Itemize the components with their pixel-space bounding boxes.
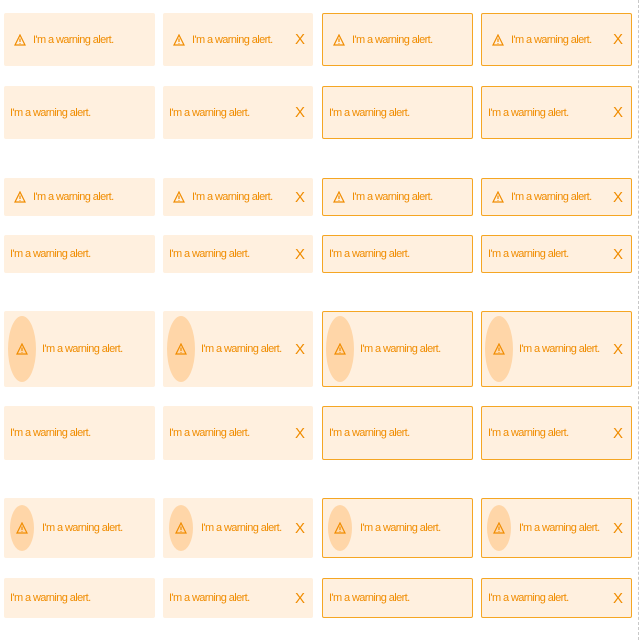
alert-filled-compact-dismissible: I'm a warning alert. X <box>163 178 313 216</box>
alert-message: I'm a warning alert. <box>519 343 600 355</box>
alert-message: I'm a warning alert. <box>169 592 250 604</box>
alert-message: I'm a warning alert. <box>201 522 282 534</box>
alert-filled-large-dismissible: I'm a warning alert. X <box>163 406 313 460</box>
warning-triangle-icon <box>8 316 36 382</box>
alert-message: I'm a warning alert. <box>329 248 410 260</box>
alert-filled-dismissible: I'm a warning alert. X <box>163 13 313 66</box>
alert-message: I'm a warning alert. <box>511 33 592 46</box>
close-icon[interactable]: X <box>293 342 307 357</box>
warning-triangle-icon <box>491 33 505 47</box>
warning-triangle-icon <box>13 33 27 47</box>
close-icon[interactable]: X <box>293 521 307 536</box>
warning-triangle-icon <box>167 316 195 382</box>
warning-triangle-icon <box>13 190 27 204</box>
alert-outlined-large: I'm a warning alert. <box>322 406 473 460</box>
close-icon[interactable]: X <box>611 591 625 606</box>
close-icon[interactable]: X <box>293 591 307 606</box>
alert-message: I'm a warning alert. <box>169 427 250 439</box>
alert-outlined: I'm a warning alert. <box>322 86 473 139</box>
alert-outlined-compact-dismissible: I'm a warning alert. X <box>481 235 632 273</box>
alert-filled-compact: I'm a warning alert. <box>4 235 155 273</box>
warning-triangle-icon <box>487 505 511 551</box>
alert-filled-large-dismissible: I'm a warning alert. X <box>163 311 313 387</box>
alert-filled-compact-dismissible: I'm a warning alert. X <box>163 235 313 273</box>
close-icon[interactable]: X <box>293 190 307 205</box>
alert-message: I'm a warning alert. <box>33 191 114 203</box>
alert-filled-large: I'm a warning alert. <box>4 406 155 460</box>
alert-outlined-compact: I'm a warning alert. <box>322 178 473 216</box>
alert-message: I'm a warning alert. <box>10 427 91 439</box>
alert-message: I'm a warning alert. <box>360 522 441 534</box>
alert-message: I'm a warning alert. <box>42 343 123 355</box>
close-icon[interactable]: X <box>293 426 307 441</box>
close-icon[interactable]: X <box>293 32 307 47</box>
alert-filled-medium-dismissible: I'm a warning alert. X <box>163 578 313 618</box>
alert-message: I'm a warning alert. <box>329 592 410 604</box>
alert-outlined-medium-dismissible: I'm a warning alert. X <box>481 578 632 618</box>
alert-filled: I'm a warning alert. <box>4 13 155 66</box>
alert-filled-medium: I'm a warning alert. <box>4 498 155 558</box>
close-icon[interactable]: X <box>611 426 625 441</box>
warning-triangle-icon <box>491 190 505 204</box>
alert-outlined-compact-dismissible: I'm a warning alert. X <box>481 178 632 216</box>
alert-message: I'm a warning alert. <box>42 522 123 534</box>
alert-message: I'm a warning alert. <box>360 343 441 355</box>
close-icon[interactable]: X <box>611 32 625 47</box>
alert-message: I'm a warning alert. <box>169 106 250 119</box>
warning-triangle-icon <box>326 316 354 382</box>
warning-triangle-icon <box>169 505 193 551</box>
close-icon[interactable]: X <box>293 105 307 120</box>
close-icon[interactable]: X <box>611 521 625 536</box>
alert-message: I'm a warning alert. <box>10 592 91 604</box>
alert-message: I'm a warning alert. <box>33 33 114 46</box>
alert-message: I'm a warning alert. <box>10 248 91 260</box>
alert-outlined-large-dismissible: I'm a warning alert. X <box>481 311 632 387</box>
alert-outlined-medium: I'm a warning alert. <box>322 498 473 558</box>
alert-message: I'm a warning alert. <box>511 191 592 203</box>
alert-message: I'm a warning alert. <box>488 106 569 119</box>
alert-filled: I'm a warning alert. <box>4 86 155 139</box>
alert-message: I'm a warning alert. <box>192 33 273 46</box>
alert-filled-large: I'm a warning alert. <box>4 311 155 387</box>
alert-message: I'm a warning alert. <box>519 522 600 534</box>
alert-filled-compact: I'm a warning alert. <box>4 178 155 216</box>
warning-triangle-icon <box>172 33 186 47</box>
alert-outlined-medium-dismissible: I'm a warning alert. X <box>481 498 632 558</box>
close-icon[interactable]: X <box>611 342 625 357</box>
alert-outlined-dismissible: I'm a warning alert. X <box>481 13 632 66</box>
alert-message: I'm a warning alert. <box>169 248 250 260</box>
alert-filled-dismissible: I'm a warning alert. X <box>163 86 313 139</box>
warning-triangle-icon <box>328 505 352 551</box>
alert-message: I'm a warning alert. <box>201 343 282 355</box>
alert-outlined-dismissible: I'm a warning alert. X <box>481 86 632 139</box>
alert-outlined-large: I'm a warning alert. <box>322 311 473 387</box>
warning-triangle-icon <box>332 33 346 47</box>
close-icon[interactable]: X <box>611 247 625 262</box>
alert-filled-medium: I'm a warning alert. <box>4 578 155 618</box>
alert-message: I'm a warning alert. <box>488 592 569 604</box>
close-icon[interactable]: X <box>293 247 307 262</box>
alert-message: I'm a warning alert. <box>352 33 433 46</box>
warning-triangle-icon <box>332 190 346 204</box>
warning-triangle-icon <box>172 190 186 204</box>
alert-message: I'm a warning alert. <box>192 191 273 203</box>
alert-message: I'm a warning alert. <box>329 427 410 439</box>
alert-message: I'm a warning alert. <box>352 191 433 203</box>
warning-triangle-icon <box>10 505 34 551</box>
alert-outlined: I'm a warning alert. <box>322 13 473 66</box>
alert-outlined-compact: I'm a warning alert. <box>322 235 473 273</box>
warning-triangle-icon <box>485 316 513 382</box>
alert-message: I'm a warning alert. <box>329 106 410 119</box>
alert-outlined-medium: I'm a warning alert. <box>322 578 473 618</box>
alert-filled-medium-dismissible: I'm a warning alert. X <box>163 498 313 558</box>
alert-message: I'm a warning alert. <box>488 248 569 260</box>
close-icon[interactable]: X <box>611 105 625 120</box>
alert-grid: I'm a warning alert. I'm a warning alert… <box>0 0 640 640</box>
alert-outlined-large-dismissible: I'm a warning alert. X <box>481 406 632 460</box>
alert-message: I'm a warning alert. <box>488 427 569 439</box>
close-icon[interactable]: X <box>611 190 625 205</box>
alert-message: I'm a warning alert. <box>10 106 91 119</box>
